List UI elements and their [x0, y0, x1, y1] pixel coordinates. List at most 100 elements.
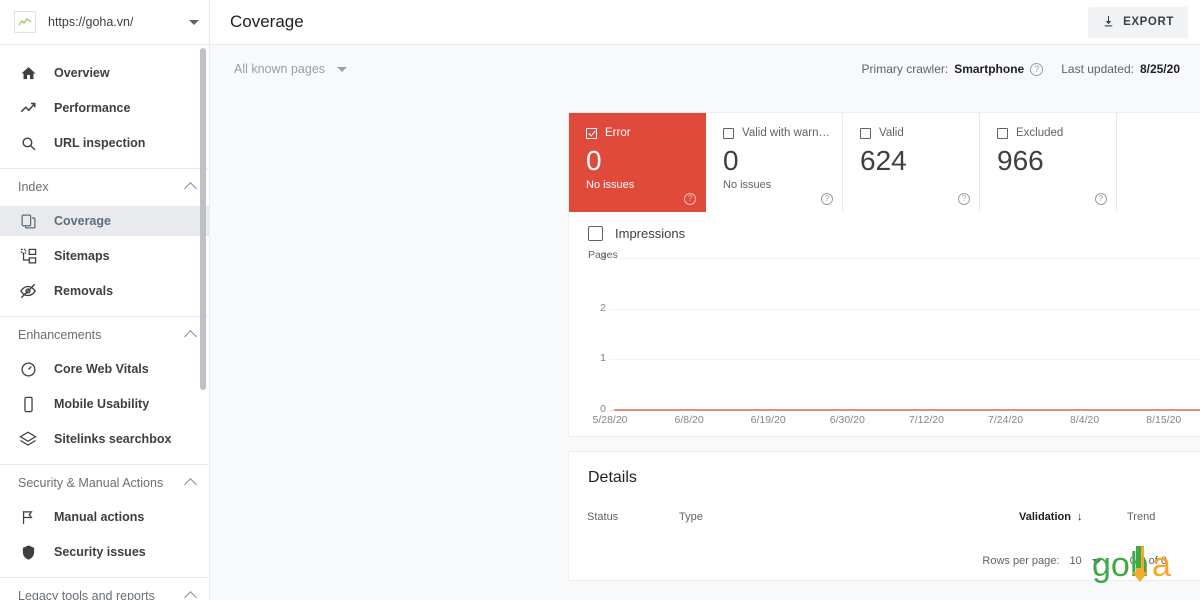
x-axis-tick: 8/4/20 [1070, 414, 1100, 426]
sidebar-item-label: Security issues [54, 545, 146, 559]
sidebar-item-overview[interactable]: Overview [0, 58, 209, 88]
sidebar-item-sitelinks-searchbox[interactable]: Sitelinks searchbox [0, 424, 209, 454]
checkbox-icon[interactable] [860, 127, 871, 139]
site-selector[interactable]: https://goha.vn/ [0, 0, 209, 45]
status-card-value: 624 [860, 145, 907, 176]
checkbox-icon[interactable] [997, 127, 1008, 139]
status-card-subtext: No issues [723, 179, 772, 191]
sidebar-group-label: Legacy tools and reports [18, 589, 155, 600]
help-circle-icon[interactable]: ? [1095, 193, 1107, 205]
divider [0, 168, 209, 169]
x-axis-ticks: 5/28/20 6/8/20 6/19/20 6/30/20 7/12/20 7/24/2… [592, 410, 1200, 430]
chevron-left-icon[interactable]: ‹ [1193, 552, 1200, 570]
sidebar-group-legacy[interactable]: Legacy tools and reports [0, 582, 209, 600]
sidebar-item-label: Manual actions [54, 510, 145, 524]
column-header-validation[interactable]: Validation ↓ [1019, 511, 1082, 523]
status-card-subtext: No issues [586, 179, 635, 191]
help-circle-icon[interactable]: ? [821, 193, 833, 205]
home-icon [18, 63, 38, 83]
details-table-header: StatusTypeValidation↓TrendPages [569, 511, 1200, 531]
status-card-excluded[interactable]: Excluded 966 ? [980, 113, 1117, 212]
impressions-toggle[interactable]: Impressions [569, 226, 1200, 241]
svg-text:go: go [1092, 546, 1130, 584]
status-card-label: Error [605, 127, 631, 139]
sidebar-item-removals[interactable]: Removals [0, 276, 209, 306]
sidebar-item-url-inspection[interactable]: URL inspection [0, 128, 209, 158]
sidebar-item-mobile-usability[interactable]: Mobile Usability [0, 389, 209, 419]
chevron-up-icon[interactable] [184, 182, 197, 195]
sidebar-item-label: Sitemaps [54, 249, 110, 263]
coverage-chart: Pages 0123 5/28/20 6/8/20 6/19/20 6/30/20 7/… [588, 249, 1200, 426]
column-header-trend[interactable]: Trend [1127, 511, 1155, 523]
checkbox-icon[interactable] [588, 226, 603, 241]
column-header-type[interactable]: Type [679, 511, 703, 523]
sitemap-icon [18, 246, 38, 266]
x-axis-tick: 8/15/20 [1146, 414, 1182, 426]
top-bar: Coverage EXPORT [210, 0, 1200, 45]
rows-per-page-label: Rows per page: [982, 555, 1060, 567]
x-axis-tick: 5/28/20 [592, 414, 628, 426]
layers-icon [18, 429, 38, 449]
primary-crawler-label: Primary crawler: [861, 62, 949, 76]
status-card-header: Valid [860, 127, 969, 139]
status-card-value: 966 [997, 145, 1044, 176]
goha-logo: go h a [1092, 542, 1184, 586]
help-circle-icon[interactable]: ? [958, 193, 970, 205]
sidebar-scrollbar[interactable] [200, 48, 206, 390]
sidebar-item-security-issues[interactable]: Security issues [0, 537, 209, 567]
sidebar-group-security[interactable]: Security & Manual Actions [0, 469, 209, 497]
y-axis-tick: 1 [600, 352, 606, 365]
chevron-up-icon[interactable] [184, 478, 197, 491]
chevron-down-icon[interactable] [189, 19, 199, 25]
sidebar-item-label: Mobile Usability [54, 397, 150, 411]
status-card-header: Valid with warnin... [723, 127, 832, 139]
download-icon [1102, 14, 1115, 31]
chevron-up-icon[interactable] [184, 330, 197, 343]
checkbox-icon[interactable] [723, 127, 734, 139]
rows-per-page-dropdown[interactable]: Rows per page: 10 [982, 555, 1102, 567]
chevron-down-icon[interactable] [337, 66, 348, 72]
gridline [610, 308, 1200, 310]
sidebar: https://goha.vn/ Overview Performance UR… [0, 0, 210, 600]
svg-text:a: a [1152, 546, 1171, 584]
sidebar-item-label: Removals [54, 284, 114, 298]
sidebar-group-enhancements[interactable]: Enhancements [0, 321, 209, 349]
cards-spacer [1117, 113, 1200, 212]
site-url-label: https://goha.vn/ [48, 15, 134, 29]
sidebar-item-label: Overview [54, 66, 110, 80]
checkbox-checked-icon[interactable] [586, 127, 597, 139]
pages-icon [18, 211, 38, 231]
help-circle-icon[interactable]: ? [684, 193, 696, 205]
sidebar-item-performance[interactable]: Performance [0, 93, 209, 123]
divider [0, 577, 209, 578]
sidebar-item-label: Sitelinks searchbox [54, 432, 172, 446]
sidebar-item-sitemaps[interactable]: Sitemaps [0, 241, 209, 271]
sidebar-item-coverage[interactable]: Coverage [0, 206, 209, 236]
sidebar-item-manual-actions[interactable]: Manual actions [0, 502, 209, 532]
column-header-status[interactable]: Status [587, 511, 618, 523]
sidebar-item-core-web-vitals[interactable]: Core Web Vitals [0, 354, 209, 384]
sidebar-group-index[interactable]: Index [0, 173, 209, 201]
page-scope-dropdown[interactable]: All known pages [234, 62, 348, 76]
status-card-header: Excluded [997, 127, 1106, 139]
page-title: Coverage [230, 12, 304, 31]
primary-crawler-value: Smartphone [954, 62, 1025, 76]
main-content: Coverage EXPORT All known pages Primary … [210, 0, 1200, 600]
status-card-error[interactable]: Error 0 No issues ? [569, 113, 706, 212]
last-updated-value: 8/25/20 [1139, 62, 1180, 76]
status-card-label: Valid [879, 127, 904, 139]
crawler-meta: Primary crawler: Smartphone ? Last updat… [862, 62, 1180, 76]
sidebar-item-label: Coverage [54, 214, 111, 228]
status-card-valid[interactable]: Valid 624 ? [843, 113, 980, 212]
help-circle-icon[interactable]: ? [1030, 62, 1044, 76]
page-scope-label: All known pages [234, 62, 326, 76]
sidebar-group-label: Security & Manual Actions [18, 476, 164, 490]
status-card-valid-with-warnings[interactable]: Valid with warnin... 0 No issues ? [706, 113, 843, 212]
sidebar-group-label: Index [18, 180, 49, 194]
details-title: Details [588, 469, 637, 486]
export-label: EXPORT [1123, 16, 1174, 28]
chevron-up-icon[interactable] [184, 591, 197, 600]
mobile-icon [18, 394, 38, 414]
export-button[interactable]: EXPORT [1088, 6, 1188, 38]
gridline [610, 258, 1200, 259]
